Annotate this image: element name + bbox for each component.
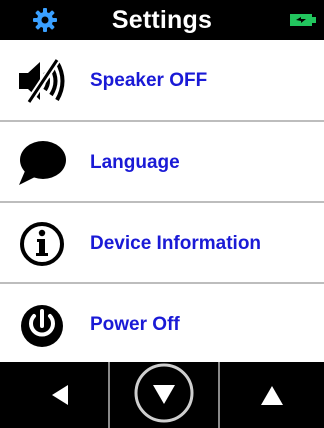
power-icon [21,305,63,347]
back-button[interactable] [0,362,108,428]
menu-item-language[interactable]: Language [0,122,324,203]
menu-item-label: Language [90,152,180,173]
speech-bubble-icon [19,141,66,185]
menu-item-power-off[interactable]: Power Off [0,284,324,365]
triangle-up-icon [261,386,283,405]
footer-nav [0,362,324,428]
settings-screen: Settings Speaker OFF Language Device Inf… [0,0,324,428]
down-button[interactable] [110,362,218,428]
battery-charging-icon [290,14,316,26]
up-button[interactable] [220,362,324,428]
speaker-muted-icon [19,58,65,104]
circle-triangle-down-icon [134,363,194,423]
menu-item-device-information[interactable]: Device Information [0,203,324,284]
menu-item-label: Power Off [90,314,180,335]
menu-item-label: Device Information [90,233,262,254]
page-title: Settings [111,6,213,34]
menu-item-label: Speaker OFF [90,70,208,91]
header-bar: Settings [0,0,324,40]
menu-item-speaker[interactable]: Speaker OFF [0,40,324,121]
triangle-left-icon [52,385,68,405]
info-icon [20,222,64,266]
